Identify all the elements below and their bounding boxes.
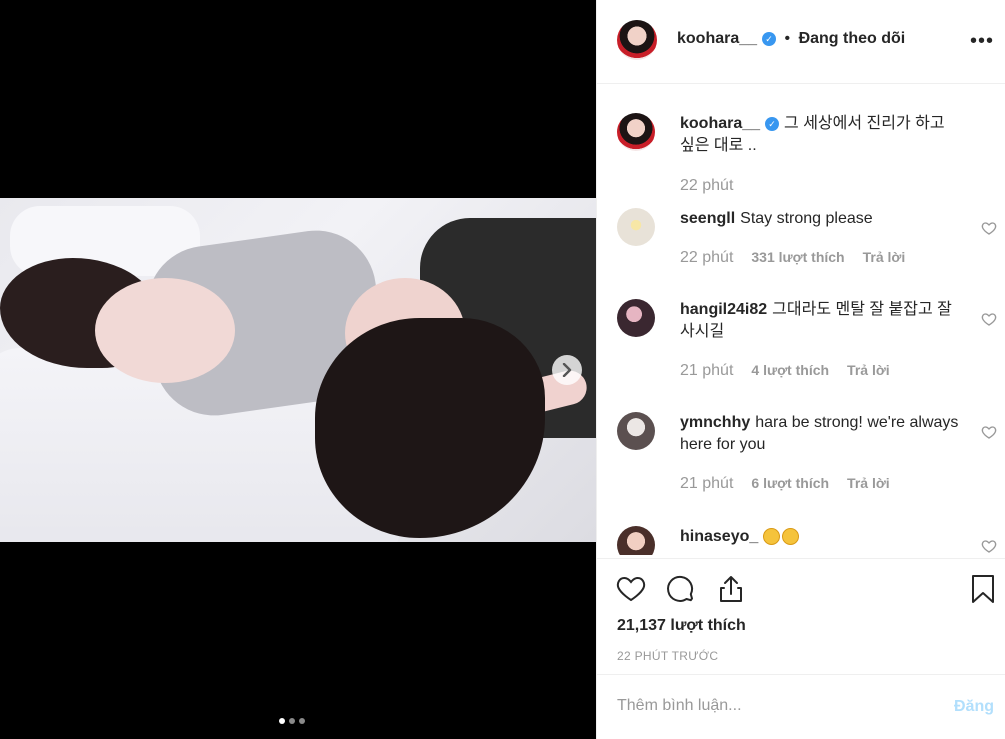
reply-button[interactable]: Trả lời: [863, 249, 906, 265]
chevron-right-icon: [562, 363, 572, 377]
post-side-panel: koohara__ ✓ • Đang theo dõi ••• koohara__…: [596, 0, 1005, 739]
verified-badge-icon: ✓: [762, 31, 777, 46]
add-comment-bar: Đăng: [597, 676, 1005, 739]
share-icon[interactable]: [715, 573, 747, 605]
comment-username[interactable]: seengll: [680, 210, 735, 227]
header-username[interactable]: koohara__: [677, 30, 757, 47]
post-timestamp[interactable]: 22 PHÚT TRƯỚC: [617, 649, 718, 663]
post-header: koohara__ ✓ • Đang theo dõi •••: [597, 0, 1005, 84]
avatar[interactable]: [617, 113, 655, 151]
post-comment-button[interactable]: Đăng: [954, 698, 994, 716]
reply-button[interactable]: Trả lời: [847, 362, 890, 378]
avatar[interactable]: [617, 208, 655, 246]
comment-time[interactable]: 22 phút: [680, 249, 733, 266]
comment-time[interactable]: 21 phút: [680, 475, 733, 492]
comment-likes[interactable]: 6 lượt thích: [751, 475, 829, 491]
post-actions: 21,137 lượt thích 22 PHÚT TRƯỚC: [597, 558, 1005, 675]
likes-count[interactable]: 21,137 lượt thích: [617, 617, 746, 635]
heart-icon[interactable]: [981, 220, 997, 236]
separator-dot: •: [784, 30, 791, 47]
verified-badge-icon: ✓: [765, 116, 780, 131]
sad-face-emoji-icon: [763, 528, 781, 546]
more-options-icon[interactable]: •••: [970, 30, 994, 53]
heart-icon[interactable]: [615, 573, 647, 605]
avatar[interactable]: [617, 20, 657, 60]
media-pane: [0, 0, 596, 739]
reply-button[interactable]: Trả lời: [847, 475, 890, 491]
heart-icon[interactable]: [981, 311, 997, 327]
caption-username[interactable]: koohara__: [680, 115, 760, 132]
heart-icon[interactable]: [981, 424, 997, 440]
comment-text: Stay strong please: [740, 210, 873, 227]
sad-face-emoji-icon: [782, 528, 800, 546]
carousel-dot: [299, 718, 305, 724]
comment-input[interactable]: [617, 694, 917, 718]
caption-time[interactable]: 22 phút: [680, 177, 733, 194]
carousel-next-button[interactable]: [552, 355, 582, 385]
carousel-dot: [289, 718, 295, 724]
post-photo[interactable]: [0, 198, 596, 542]
carousel-dot: [279, 718, 285, 724]
comment-likes[interactable]: 331 lượt thích: [751, 249, 844, 265]
comment-time[interactable]: 21 phút: [680, 362, 733, 379]
comment-username[interactable]: hinaseyo_: [680, 528, 758, 545]
following-button[interactable]: Đang theo dõi: [799, 30, 906, 47]
comment-likes[interactable]: 4 lượt thích: [751, 362, 829, 378]
instagram-post-view: koohara__ ✓ • Đang theo dõi ••• koohara__…: [0, 0, 1005, 739]
bookmark-icon[interactable]: [967, 573, 999, 605]
comments-list[interactable]: koohara__ ✓ 그 세상에서 진리가 하고 싶은 대로 .. 22 phút…: [597, 85, 1005, 555]
carousel-indicator: [279, 718, 305, 724]
heart-icon[interactable]: [981, 538, 997, 554]
comment-username[interactable]: ymnchhy: [680, 414, 750, 431]
comment-username[interactable]: hangil24i82: [680, 301, 767, 318]
comment-icon[interactable]: [665, 573, 697, 605]
avatar[interactable]: [617, 299, 655, 337]
avatar[interactable]: [617, 412, 655, 450]
avatar[interactable]: [617, 526, 655, 555]
